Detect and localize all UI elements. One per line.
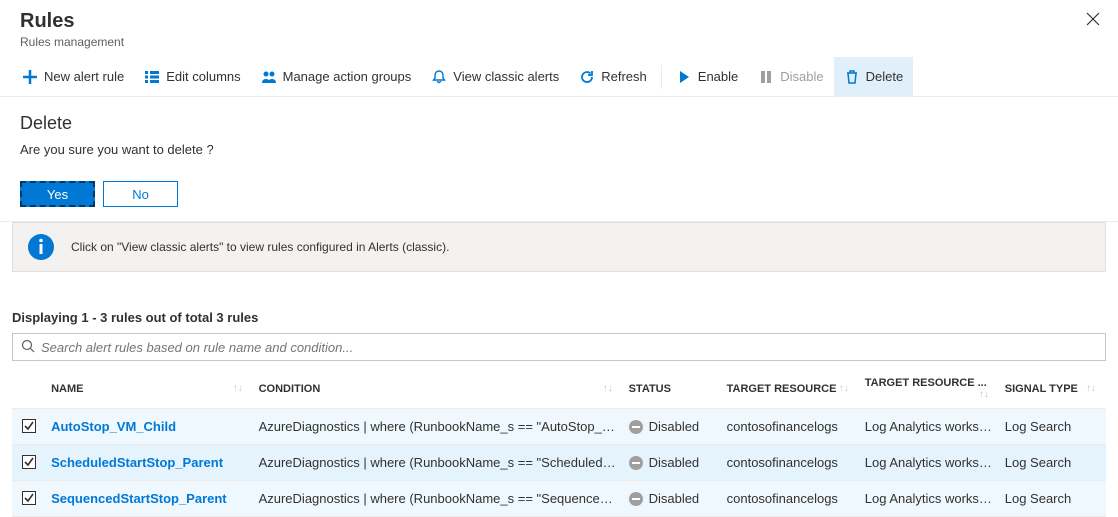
toolbar-label: Manage action groups	[283, 69, 412, 84]
status-text: Disabled	[649, 419, 700, 434]
toolbar-label: Disable	[780, 69, 823, 84]
row-target-cell: contosofinancelogs	[721, 445, 859, 481]
table-header-row: Name↑↓ Condition↑↓ Status Target Resourc…	[12, 369, 1106, 409]
info-text: Click on "View classic alerts" to view r…	[71, 240, 449, 254]
trash-icon	[844, 69, 860, 85]
close-button[interactable]	[1086, 10, 1100, 31]
sort-icon: ↑↓	[1086, 383, 1096, 394]
column-header-target[interactable]: Target Resource↑↓	[721, 369, 859, 409]
row-signal-cell: Log Search	[999, 445, 1106, 481]
delete-dialog: Delete Are you sure you want to delete ?	[0, 97, 1118, 167]
rule-name-link[interactable]: SequencedStartStop_Parent	[51, 491, 227, 506]
row-target-cell: contosofinancelogs	[721, 481, 859, 517]
status-text: Disabled	[649, 491, 700, 506]
sort-icon: ↑↓	[603, 383, 613, 394]
pause-icon	[758, 69, 774, 85]
edit-columns-button[interactable]: Edit columns	[134, 57, 250, 97]
row-status-cell: Disabled	[623, 409, 721, 445]
column-header-name[interactable]: Name↑↓	[45, 369, 252, 409]
row-target-cell: contosofinancelogs	[721, 409, 859, 445]
toolbar-label: Delete	[866, 69, 904, 84]
toolbar-label: View classic alerts	[453, 69, 559, 84]
refresh-button[interactable]: Refresh	[569, 57, 657, 97]
info-icon	[25, 231, 57, 263]
no-button[interactable]: No	[103, 181, 178, 207]
columns-icon	[144, 69, 160, 85]
search-container	[12, 333, 1106, 361]
page-title: Rules	[20, 10, 1098, 33]
delete-button[interactable]: Delete	[834, 57, 914, 97]
disable-button: Disable	[748, 57, 833, 97]
sort-icon: ↑↓	[233, 383, 243, 394]
view-classic-alerts-button[interactable]: View classic alerts	[421, 57, 569, 97]
dialog-title: Delete	[20, 113, 1098, 134]
disabled-icon	[629, 492, 643, 506]
page-subtitle: Rules management	[20, 35, 1098, 49]
toolbar-label: Edit columns	[166, 69, 240, 84]
play-icon	[676, 69, 692, 85]
table-row[interactable]: AutoStop_VM_Child AzureDiagnostics | wher…	[12, 409, 1106, 445]
toolbar-separator	[661, 65, 662, 89]
group-icon	[261, 69, 277, 85]
info-banner: Click on "View classic alerts" to view r…	[12, 222, 1106, 272]
column-header-condition[interactable]: Condition↑↓	[253, 369, 623, 409]
row-checkbox-cell[interactable]	[12, 481, 45, 517]
row-condition-cell: AzureDiagnostics | where (RunbookName_s …	[253, 409, 623, 445]
column-header-target-type[interactable]: Target Resource ...↑↓	[859, 369, 999, 409]
rule-name-link[interactable]: ScheduledStartStop_Parent	[51, 455, 223, 470]
search-input[interactable]	[41, 340, 1097, 355]
refresh-icon	[579, 69, 595, 85]
page-header: Rules Rules management	[0, 0, 1118, 57]
row-signal-cell: Log Search	[999, 481, 1106, 517]
row-name-cell: ScheduledStartStop_Parent	[45, 445, 252, 481]
column-header-checkbox[interactable]	[12, 369, 45, 409]
new-alert-rule-button[interactable]: New alert rule	[12, 57, 134, 97]
row-condition-cell: AzureDiagnostics | where (RunbookName_s …	[253, 481, 623, 517]
bell-icon	[431, 69, 447, 85]
column-header-signal[interactable]: Signal Type↑↓	[999, 369, 1106, 409]
rule-name-link[interactable]: AutoStop_VM_Child	[51, 419, 176, 434]
column-header-status[interactable]: Status	[623, 369, 721, 409]
enable-button[interactable]: Enable	[666, 57, 748, 97]
dialog-buttons: Yes No	[0, 167, 1118, 222]
checkbox-icon[interactable]	[22, 455, 36, 469]
row-name-cell: AutoStop_VM_Child	[45, 409, 252, 445]
status-text: Disabled	[649, 455, 700, 470]
disabled-icon	[629, 420, 643, 434]
dialog-message: Are you sure you want to delete ?	[20, 142, 1098, 157]
toolbar: New alert rule Edit columns Manage actio…	[0, 57, 1118, 97]
checkbox-icon[interactable]	[22, 419, 36, 433]
row-checkbox-cell[interactable]	[12, 445, 45, 481]
results-count: Displaying 1 - 3 rules out of total 3 ru…	[0, 272, 1118, 333]
manage-action-groups-button[interactable]: Manage action groups	[251, 57, 422, 97]
row-condition-cell: AzureDiagnostics | where (RunbookName_s …	[253, 445, 623, 481]
toolbar-label: New alert rule	[44, 69, 124, 84]
disabled-icon	[629, 456, 643, 470]
toolbar-label: Refresh	[601, 69, 647, 84]
checkbox-icon[interactable]	[22, 491, 36, 505]
row-target-type-cell: Log Analytics worksp...	[859, 445, 999, 481]
row-signal-cell: Log Search	[999, 409, 1106, 445]
row-status-cell: Disabled	[623, 481, 721, 517]
toolbar-label: Enable	[698, 69, 738, 84]
sort-icon: ↑↓	[979, 389, 989, 400]
table-row[interactable]: ScheduledStartStop_Parent AzureDiagnostic…	[12, 445, 1106, 481]
rules-table: Name↑↓ Condition↑↓ Status Target Resourc…	[0, 369, 1118, 517]
row-target-type-cell: Log Analytics worksp...	[859, 481, 999, 517]
sort-icon: ↑↓	[839, 383, 849, 394]
row-status-cell: Disabled	[623, 445, 721, 481]
plus-icon	[22, 69, 38, 85]
row-target-type-cell: Log Analytics worksp...	[859, 409, 999, 445]
yes-button[interactable]: Yes	[20, 181, 95, 207]
row-checkbox-cell[interactable]	[12, 409, 45, 445]
close-icon	[1086, 10, 1100, 30]
search-icon	[21, 339, 35, 356]
table-row[interactable]: SequencedStartStop_Parent AzureDiagnostic…	[12, 481, 1106, 517]
row-name-cell: SequencedStartStop_Parent	[45, 481, 252, 517]
